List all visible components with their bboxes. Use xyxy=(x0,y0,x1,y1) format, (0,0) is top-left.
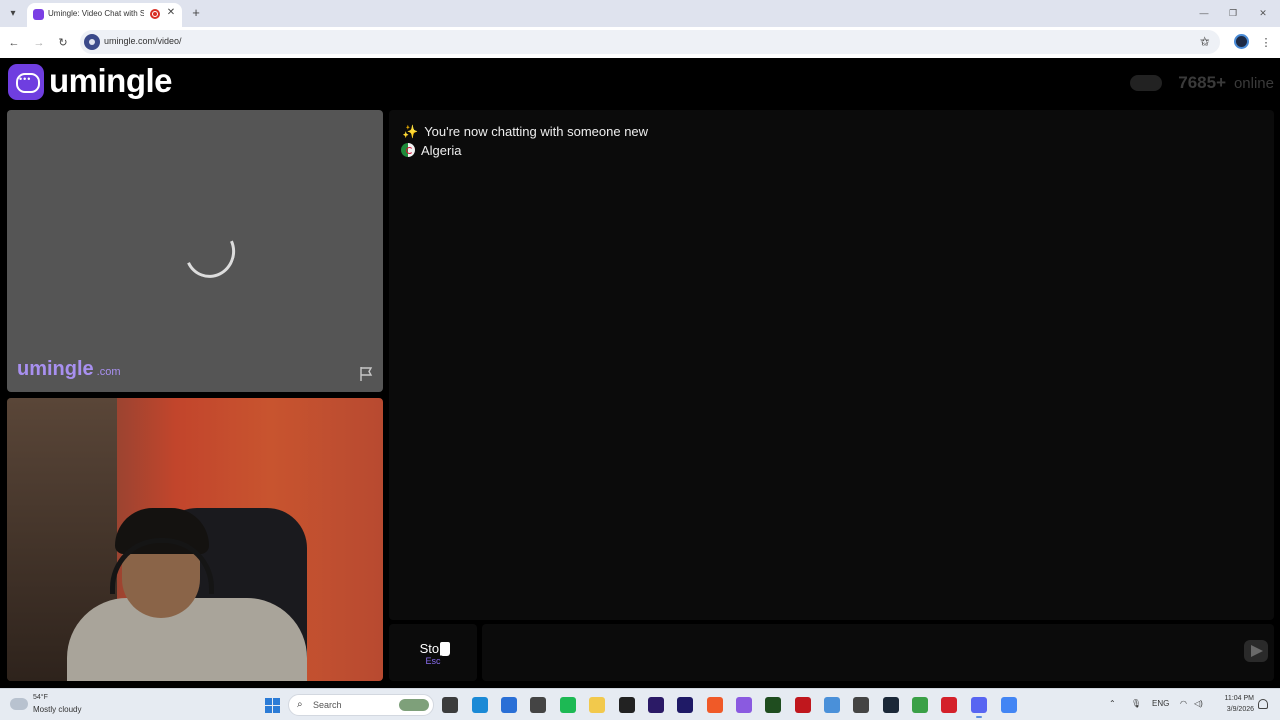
window-close-icon[interactable]: ✕ xyxy=(1256,6,1270,20)
microphone-icon[interactable]: 🎙 xyxy=(1131,699,1141,708)
profile-avatar[interactable] xyxy=(1234,34,1249,49)
algeria-flag-icon xyxy=(401,143,415,157)
weather-condition: Mostly cloudy xyxy=(33,705,82,714)
weather-widget[interactable]: 54°F Mostly cloudy xyxy=(10,693,100,717)
stranger-video: umingle .com xyxy=(7,110,383,392)
start-button[interactable] xyxy=(265,698,280,713)
partner-country: Algeria xyxy=(401,143,461,158)
discord-icon[interactable] xyxy=(971,697,987,718)
game-app-icon[interactable] xyxy=(765,697,781,713)
file-explorer-icon[interactable] xyxy=(442,697,458,713)
online-counter: 7685+ online xyxy=(1074,73,1274,95)
back-icon[interactable]: ← xyxy=(6,35,22,51)
clock-date: 3/9/2026 xyxy=(1226,706,1254,713)
cloud-icon xyxy=(10,698,28,710)
forward-icon[interactable]: → xyxy=(31,35,47,51)
pen-app-icon[interactable] xyxy=(530,697,546,713)
umingle-favicon-icon xyxy=(33,9,44,20)
url-text[interactable]: umingle.com/video/ xyxy=(104,36,182,46)
notification-bell-icon[interactable] xyxy=(1258,699,1268,709)
acrobat-icon[interactable] xyxy=(941,697,957,713)
tab-search-chevron-icon[interactable]: ▾ xyxy=(5,6,21,22)
taskbar-search[interactable]: ⌕ Search xyxy=(288,694,434,716)
sparkle-icon: ✨ xyxy=(402,124,419,139)
xbox-icon[interactable] xyxy=(912,697,928,713)
reload-icon[interactable]: ↻ xyxy=(55,35,71,51)
message-input[interactable] xyxy=(482,624,1274,681)
search-highlight-icon xyxy=(399,699,429,711)
clock-time: 11:04 PM xyxy=(1224,695,1254,702)
report-flag-icon[interactable] xyxy=(358,366,374,382)
chrome-icon[interactable] xyxy=(1001,697,1017,713)
store-icon[interactable] xyxy=(501,697,517,713)
watermark-suffix: .com xyxy=(96,366,121,378)
site-info-icon[interactable] xyxy=(84,34,100,50)
clock[interactable]: 11:04 PM 3/9/2026 xyxy=(1212,693,1254,715)
minimize-icon[interactable]: — xyxy=(1197,6,1211,20)
wifi-icon[interactable]: ◠ xyxy=(1180,699,1187,708)
edge-icon[interactable] xyxy=(472,697,488,713)
premiere-icon[interactable] xyxy=(648,697,664,713)
stop-shortcut: Esc xyxy=(425,656,441,666)
record-app-icon[interactable] xyxy=(795,697,811,713)
browser-tab-bar: ▾ Umingle: Video Chat with St ✕ + — ❐ ✕ xyxy=(0,0,1280,27)
new-tab-button[interactable]: + xyxy=(189,5,203,21)
extensions-icon[interactable]: ✩ xyxy=(1197,35,1213,51)
spotify-icon[interactable] xyxy=(560,697,576,713)
brave-icon[interactable] xyxy=(707,697,723,713)
umingle-page: umingle 7685+ online umingle.com ✨You're… xyxy=(0,58,1280,688)
folder-icon[interactable] xyxy=(589,697,605,713)
tab-close-icon[interactable]: ✕ xyxy=(165,7,177,21)
chat-panel: ✨ You're now chatting with someone new Al… xyxy=(389,110,1274,620)
address-bar[interactable]: umingle.com/video/ ☆ xyxy=(80,30,1220,54)
webcam-person-body xyxy=(67,598,307,681)
after-effects-icon[interactable] xyxy=(677,697,693,713)
country-name: Algeria xyxy=(421,143,462,158)
recording-indicator-icon xyxy=(150,9,160,19)
send-icon[interactable] xyxy=(1244,640,1268,662)
search-label: Search xyxy=(313,700,342,710)
tray-overflow-icon[interactable]: ⌃ xyxy=(1109,699,1116,708)
notepad-icon[interactable] xyxy=(824,697,840,713)
copilot-icon[interactable] xyxy=(736,697,752,713)
volume-icon[interactable]: ◁) xyxy=(1194,699,1203,708)
logo-text: umingle xyxy=(49,62,173,99)
self-webcam-video xyxy=(7,398,383,681)
online-label: online xyxy=(1233,75,1274,92)
capcut-icon[interactable] xyxy=(619,697,635,713)
system-message-text: You're now chatting with someone new xyxy=(424,124,649,139)
restore-icon[interactable]: ❐ xyxy=(1226,6,1240,20)
weather-temp: 54°F xyxy=(33,694,48,701)
stop-button[interactable]: Stop Esc xyxy=(389,624,477,681)
search-icon: ⌕ xyxy=(297,699,303,710)
system-message: ✨ You're now chatting with someone new xyxy=(402,124,648,140)
language-indicator[interactable]: ENG xyxy=(1152,699,1169,708)
online-count: 7685+ xyxy=(1178,73,1226,92)
loading-spinner-icon xyxy=(177,219,243,285)
stop-label: Stop xyxy=(419,641,447,656)
browser-tab[interactable]: Umingle: Video Chat with St ✕ xyxy=(27,3,182,27)
steam-icon[interactable] xyxy=(883,697,899,713)
video-watermark: umingle .com xyxy=(17,358,121,381)
watermark-text: umingle xyxy=(17,358,94,380)
settings-app-icon[interactable] xyxy=(853,697,869,713)
online-toggle[interactable] xyxy=(1130,75,1162,91)
mouse-cursor-icon xyxy=(440,642,450,656)
browser-toolbar: ← → ↻ umingle.com/video/ ☆ ✩ ⋮ xyxy=(0,27,1280,58)
chat-bubble-logo-icon xyxy=(8,64,44,100)
menu-icon[interactable]: ⋮ xyxy=(1258,35,1274,51)
windows-taskbar: 54°F Mostly cloudy ⌕ Search ⌃ 🎙 ENG ◠ ◁)… xyxy=(0,688,1280,720)
tab-title: Umingle: Video Chat with St xyxy=(48,9,144,18)
